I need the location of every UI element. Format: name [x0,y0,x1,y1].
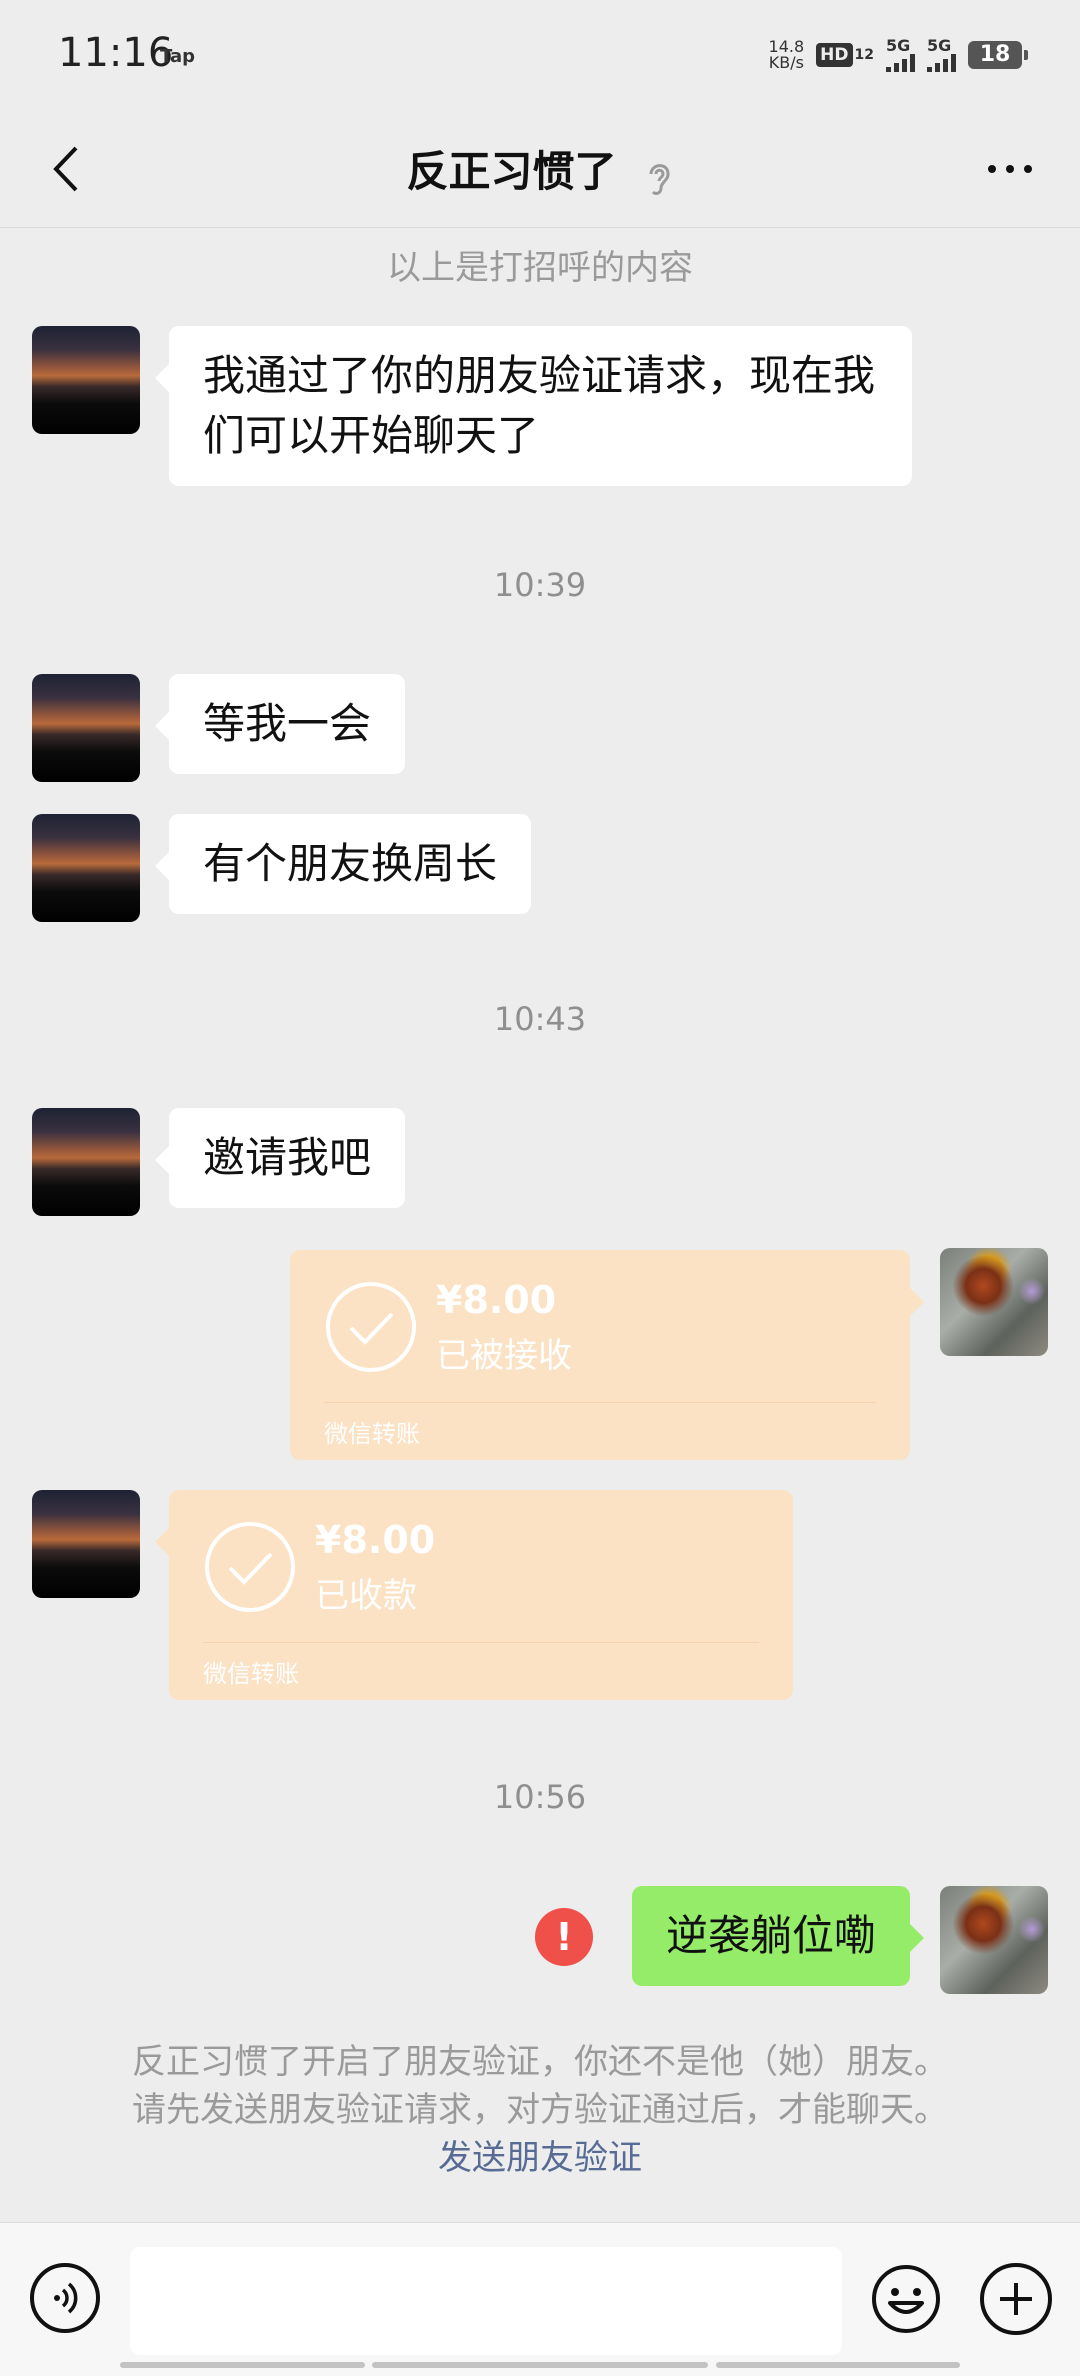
divider [203,1642,759,1643]
self-avatar[interactable] [940,1248,1048,1356]
plus-button[interactable] [980,2263,1052,2335]
transfer-status: 已收款 [315,1576,417,1616]
status-app-tag: Tap [160,46,195,67]
more-dots-icon [988,165,996,173]
message-bubble[interactable]: 逆袭躺位嘞 [631,1886,925,1986]
verification-notice: 反正习惯了开启了朋友验证，你还不是他（她）朋友。 请先发送朋友验证请求，对方验证… [0,2038,1080,2182]
input-bar [0,2222,1080,2376]
ear-icon [649,163,670,195]
message-time: 10:56 [493,1778,587,1816]
emoji-icon [872,2265,940,2333]
chat-header: 反正习惯了 [0,110,1080,228]
home-indicator [120,2362,365,2368]
hd-voice-icon: HD 12 [816,43,874,67]
check-circle-icon [205,1522,295,1612]
voice-button[interactable] [30,2263,100,2333]
message-bubble[interactable]: 等我一会 [154,674,406,774]
message-input[interactable] [130,2247,842,2355]
voice-icon [54,2282,78,2314]
status-bar: 11:16 Tap 14.8 KB/s HD 12 5G 5G 18 [0,0,1080,110]
self-avatar[interactable] [940,1886,1048,1994]
signal-icon: 5G [886,38,915,72]
net-speed: 14.8 KB/s [768,37,805,72]
send-failed-icon[interactable]: ! [535,1908,593,1966]
more-button[interactable] [970,134,1050,204]
message-bubble[interactable]: 有个朋友换周长 [154,814,532,914]
status-time: 11:16 [58,30,174,76]
status-indicators: 14.8 KB/s HD 12 5G 5G 18 [768,37,1028,72]
message-time: 10:39 [493,566,587,604]
message-time: 10:43 [493,1000,587,1038]
message-bubble[interactable]: 我通过了你的朋友验证请求，现在我们可以开始聊天了 [155,326,912,486]
send-verification-link[interactable]: 发送朋友验证 [0,2134,1080,2182]
signal-icon: 5G [927,38,956,72]
greeting-note: 以上是打招呼的内容 [387,248,693,288]
home-indicator [716,2362,960,2368]
home-indicator [372,2362,708,2368]
transfer-status: 已被接收 [436,1336,572,1376]
divider [324,1402,876,1403]
chat-title: 反正习惯了 [406,147,617,196]
emoji-button[interactable] [870,2263,942,2335]
transfer-amount: ¥8.00 [315,1518,436,1562]
transfer-card-sent[interactable]: ¥8.00 已被接收 微信转账 [290,1250,924,1460]
transfer-amount: ¥8.00 [436,1278,557,1322]
transfer-brand: 微信转账 [203,1660,299,1688]
message-bubble[interactable]: 邀请我吧 [154,1108,406,1208]
contact-avatar[interactable] [32,1490,140,1598]
transfer-card-received[interactable]: ¥8.00 已收款 微信转账 [155,1490,793,1700]
contact-avatar[interactable] [32,326,140,434]
contact-avatar[interactable] [32,814,140,922]
contact-avatar[interactable] [32,674,140,782]
check-circle-icon [326,1282,416,1372]
transfer-brand: 微信转账 [324,1420,420,1448]
contact-avatar[interactable] [32,1108,140,1216]
battery-icon: 18 [968,41,1028,69]
